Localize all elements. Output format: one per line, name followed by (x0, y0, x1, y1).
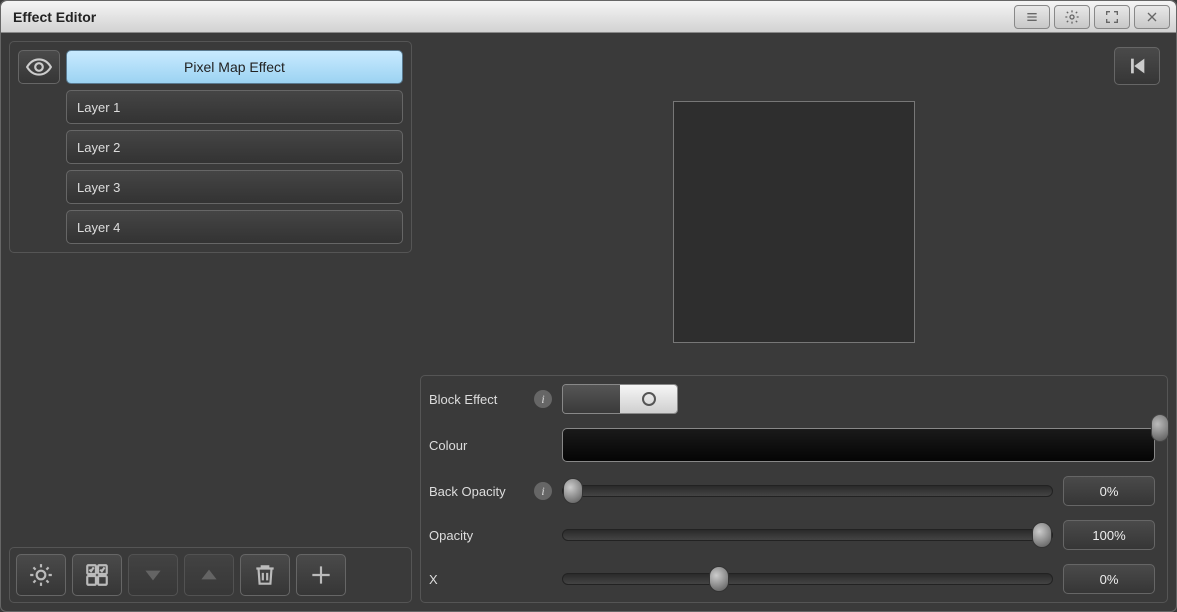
slider-thumb[interactable] (709, 566, 729, 592)
add-button[interactable] (296, 554, 346, 596)
opacity-value[interactable]: 100% (1063, 520, 1155, 550)
info-spacer: i (534, 436, 552, 454)
layer-item[interactable]: Layer 4 (66, 210, 403, 244)
close-button[interactable] (1134, 5, 1170, 29)
left-column: Pixel Map Effect Layer 1 Layer 2 Layer 3… (9, 41, 412, 603)
info-spacer: i (534, 526, 552, 544)
toggle-indicator-icon (642, 392, 656, 406)
properties-scrollbar-thumb[interactable] (1151, 414, 1169, 442)
label-colour: Colour (429, 438, 524, 453)
right-column: Block Effect i Colour i Back Opacity i (420, 41, 1168, 603)
select-all-button[interactable] (72, 554, 122, 596)
opacity-control: 100% (562, 520, 1155, 550)
back-opacity-slider[interactable] (562, 485, 1053, 497)
settings-button[interactable] (1054, 5, 1090, 29)
block-effect-toggle[interactable] (562, 384, 678, 414)
x-control: 0% (562, 564, 1155, 594)
toggle-off-half (563, 385, 620, 413)
grid-check-icon (84, 562, 110, 588)
label-opacity: Opacity (429, 528, 524, 543)
eye-icon (26, 58, 52, 76)
sun-icon (28, 562, 54, 588)
preview-canvas[interactable] (673, 101, 915, 343)
slider-thumb[interactable] (563, 478, 583, 504)
brightness-button[interactable] (16, 554, 66, 596)
label-block-effect: Block Effect (429, 392, 524, 407)
left-spacer (9, 259, 412, 541)
row-x: X i 0% (429, 564, 1155, 594)
info-icon[interactable]: i (534, 390, 552, 408)
move-down-button[interactable] (128, 554, 178, 596)
delete-button[interactable] (240, 554, 290, 596)
row-block-effect: Block Effect i (429, 384, 1155, 414)
opacity-slider[interactable] (562, 529, 1053, 541)
expand-icon (1104, 9, 1120, 25)
info-spacer: i (534, 570, 552, 588)
info-icon[interactable]: i (534, 482, 552, 500)
label-x: X (429, 572, 524, 587)
visibility-toggle[interactable] (18, 50, 60, 84)
master-row: Pixel Map Effect (18, 50, 403, 84)
move-up-button[interactable] (184, 554, 234, 596)
colour-swatch[interactable] (562, 428, 1155, 462)
row-opacity: Opacity i 100% (429, 520, 1155, 550)
label-back-opacity: Back Opacity (429, 484, 524, 499)
window-body: Pixel Map Effect Layer 1 Layer 2 Layer 3… (1, 33, 1176, 611)
gear-icon (1064, 9, 1080, 25)
menu-lines-icon (1024, 9, 1040, 25)
triangle-down-icon (140, 562, 166, 588)
row-back-opacity: Back Opacity i 0% (429, 476, 1155, 506)
triangle-up-icon (196, 562, 222, 588)
layer-panel: Pixel Map Effect Layer 1 Layer 2 Layer 3… (9, 41, 412, 253)
layer-item[interactable]: Layer 2 (66, 130, 403, 164)
plus-icon (308, 562, 334, 588)
menu-button[interactable] (1014, 5, 1050, 29)
skip-back-icon (1126, 55, 1148, 77)
slider-thumb[interactable] (1032, 522, 1052, 548)
back-opacity-control: 0% (562, 476, 1155, 506)
layer-item[interactable]: Layer 1 (66, 90, 403, 124)
effect-editor-window: Effect Editor Pixel Map Effect Layer 1 (0, 0, 1177, 612)
properties-panel: Block Effect i Colour i Back Opacity i (420, 375, 1168, 603)
close-icon (1144, 9, 1160, 25)
layer-item[interactable]: Layer 3 (66, 170, 403, 204)
toggle-on-half (620, 385, 677, 413)
back-opacity-value[interactable]: 0% (1063, 476, 1155, 506)
layer-toolbar (9, 547, 412, 603)
trash-icon (252, 562, 278, 588)
window-title: Effect Editor (7, 9, 1010, 25)
x-slider[interactable] (562, 573, 1053, 585)
master-layer[interactable]: Pixel Map Effect (66, 50, 403, 84)
preview-area (420, 41, 1168, 365)
expand-button[interactable] (1094, 5, 1130, 29)
row-colour: Colour i (429, 428, 1155, 462)
titlebar: Effect Editor (1, 1, 1176, 33)
go-to-start-button[interactable] (1114, 47, 1160, 85)
x-value[interactable]: 0% (1063, 564, 1155, 594)
